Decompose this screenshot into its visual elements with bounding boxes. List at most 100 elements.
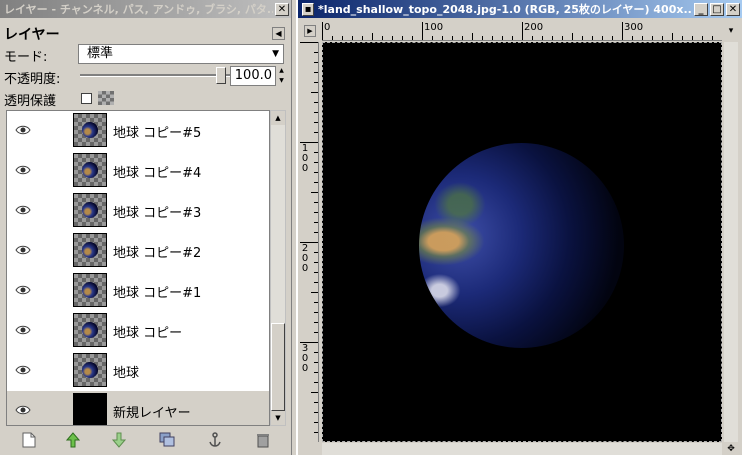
layer-row[interactable]: 地球 コピー bbox=[7, 311, 269, 351]
ruler-tick bbox=[492, 36, 493, 40]
layer-row[interactable]: 地球 コピー#4 bbox=[7, 151, 269, 191]
zoom-toggle-icon[interactable]: ▾ bbox=[724, 24, 738, 38]
image-window-titlebar[interactable]: ▪ *land_shallow_topo_2048.jpg-1.0 (RGB, … bbox=[298, 0, 742, 18]
scrollbar-thumb[interactable] bbox=[271, 323, 285, 411]
ruler-label: 100 bbox=[424, 22, 444, 33]
layer-thumbnail[interactable] bbox=[73, 193, 107, 227]
navigate-icon[interactable]: ✥ bbox=[724, 443, 738, 455]
close-icon[interactable]: ✕ bbox=[726, 2, 740, 16]
eye-icon[interactable] bbox=[15, 204, 31, 216]
horizontal-ruler[interactable]: 0 100 200 300 bbox=[322, 22, 722, 41]
anchor-layer-icon[interactable] bbox=[206, 432, 224, 450]
opacity-input[interactable]: 100.0 bbox=[230, 66, 276, 86]
ruler-tick bbox=[672, 33, 673, 40]
eye-icon[interactable] bbox=[15, 404, 31, 416]
ruler-tick bbox=[314, 122, 318, 123]
opacity-slider-handle[interactable] bbox=[216, 67, 226, 84]
eye-icon[interactable] bbox=[15, 324, 31, 336]
lock-alpha-label: 透明保護 bbox=[4, 94, 57, 109]
raise-layer-icon[interactable] bbox=[64, 432, 82, 450]
ruler-tick bbox=[314, 262, 318, 263]
ruler-tick bbox=[442, 36, 443, 40]
ruler-tick bbox=[314, 312, 318, 313]
layer-thumbnail[interactable] bbox=[73, 273, 107, 307]
eye-icon[interactable] bbox=[15, 284, 31, 296]
delete-layer-icon[interactable] bbox=[254, 432, 272, 450]
layer-thumbnail[interactable] bbox=[73, 313, 107, 347]
layer-row[interactable]: 新規レイヤー bbox=[7, 391, 269, 425]
maximize-icon[interactable]: □ bbox=[710, 2, 724, 16]
layer-name[interactable]: 地球 コピー#5 bbox=[113, 122, 201, 141]
ruler-tick bbox=[314, 102, 318, 103]
layer-row[interactable]: 地球 コピー#3 bbox=[7, 191, 269, 231]
ruler-tick bbox=[552, 36, 553, 40]
ruler-tick bbox=[314, 322, 318, 323]
earth-image bbox=[419, 143, 624, 348]
ruler-tick bbox=[311, 192, 318, 193]
ruler-label: 200 bbox=[524, 22, 544, 33]
layer-thumbnail[interactable] bbox=[73, 393, 107, 425]
vertical-scrollbar[interactable] bbox=[724, 42, 738, 442]
layer-thumbnail[interactable] bbox=[73, 233, 107, 267]
layer-name[interactable]: 地球 コピー#4 bbox=[113, 162, 201, 181]
ruler-tick bbox=[562, 36, 563, 40]
eye-icon[interactable] bbox=[15, 364, 31, 376]
layer-row[interactable]: 地球 bbox=[7, 351, 269, 391]
duplicate-layer-icon[interactable] bbox=[158, 432, 176, 450]
image-canvas[interactable] bbox=[322, 42, 722, 442]
new-layer-icon[interactable] bbox=[20, 432, 38, 450]
layer-thumbnail[interactable] bbox=[73, 353, 107, 387]
ruler-tick bbox=[332, 36, 333, 40]
ruler-tick bbox=[662, 36, 663, 40]
lock-alpha-checkbox[interactable] bbox=[81, 93, 92, 104]
ruler-tick bbox=[502, 36, 503, 40]
ruler-label: 300 bbox=[624, 22, 644, 33]
tab-menu-arrow-icon[interactable]: ◀ bbox=[272, 27, 285, 40]
layers-dock-titlebar[interactable]: レイヤー - チャンネル, パス, アンドゥ, ブラシ, パタ... ✕ bbox=[0, 0, 291, 18]
layer-name[interactable]: 地球 コピー#1 bbox=[113, 282, 201, 301]
ruler-tick bbox=[482, 36, 483, 40]
horizontal-scrollbar[interactable] bbox=[322, 443, 722, 455]
layer-name[interactable]: 地球 bbox=[113, 362, 139, 381]
eye-icon[interactable] bbox=[15, 164, 31, 176]
ruler-tick bbox=[702, 36, 703, 40]
scroll-up-icon[interactable]: ▲ bbox=[271, 111, 285, 125]
ruler-tick bbox=[314, 222, 318, 223]
ruler-tick bbox=[452, 36, 453, 40]
ruler-tick bbox=[314, 172, 318, 173]
vertical-ruler[interactable]: 1 0 0 2 0 0 3 0 0 bbox=[300, 42, 319, 442]
globe-thumbnail-icon bbox=[82, 282, 98, 298]
layer-name[interactable]: 地球 コピー#2 bbox=[113, 242, 201, 261]
globe-thumbnail-icon bbox=[82, 322, 98, 338]
eye-icon[interactable] bbox=[15, 244, 31, 256]
layer-thumbnail[interactable] bbox=[73, 153, 107, 187]
globe-thumbnail-icon bbox=[82, 122, 98, 138]
mode-select[interactable]: 標準 ▼ bbox=[78, 44, 284, 64]
ruler-tick bbox=[522, 22, 523, 40]
layer-row[interactable]: 地球 コピー#1 bbox=[7, 271, 269, 311]
ruler-tick bbox=[542, 36, 543, 40]
scroll-down-icon[interactable]: ▼ bbox=[271, 411, 285, 425]
app-menu-icon[interactable]: ▪ bbox=[302, 2, 314, 16]
ruler-label: 0 bbox=[324, 22, 331, 33]
layer-row[interactable]: 地球 コピー#2 bbox=[7, 231, 269, 271]
layer-list-scrollbar[interactable]: ▲ ▼ bbox=[270, 110, 286, 426]
close-icon[interactable]: ✕ bbox=[275, 2, 289, 16]
layer-thumbnail[interactable] bbox=[73, 113, 107, 147]
layer-name[interactable]: 地球 コピー#3 bbox=[113, 202, 201, 221]
lower-layer-icon[interactable] bbox=[110, 432, 128, 450]
layer-row[interactable]: 地球 コピー#5 bbox=[7, 111, 269, 151]
eye-icon[interactable] bbox=[15, 124, 31, 136]
ruler-tick bbox=[314, 52, 318, 53]
layer-name[interactable]: 地球 コピー bbox=[113, 322, 182, 341]
image-menu-arrow-icon[interactable]: ▶ bbox=[304, 25, 316, 37]
opacity-spin-buttons[interactable]: ▲ ▼ bbox=[276, 66, 287, 86]
layer-name[interactable]: 新規レイヤー bbox=[113, 402, 191, 421]
minimize-icon[interactable]: _ bbox=[694, 2, 708, 16]
ruler-tick bbox=[314, 422, 318, 423]
layer-toolbar bbox=[0, 430, 292, 452]
ruler-tick bbox=[314, 232, 318, 233]
ruler-tick bbox=[314, 182, 318, 183]
opacity-slider-track[interactable] bbox=[80, 74, 230, 77]
ruler-tick bbox=[392, 36, 393, 40]
